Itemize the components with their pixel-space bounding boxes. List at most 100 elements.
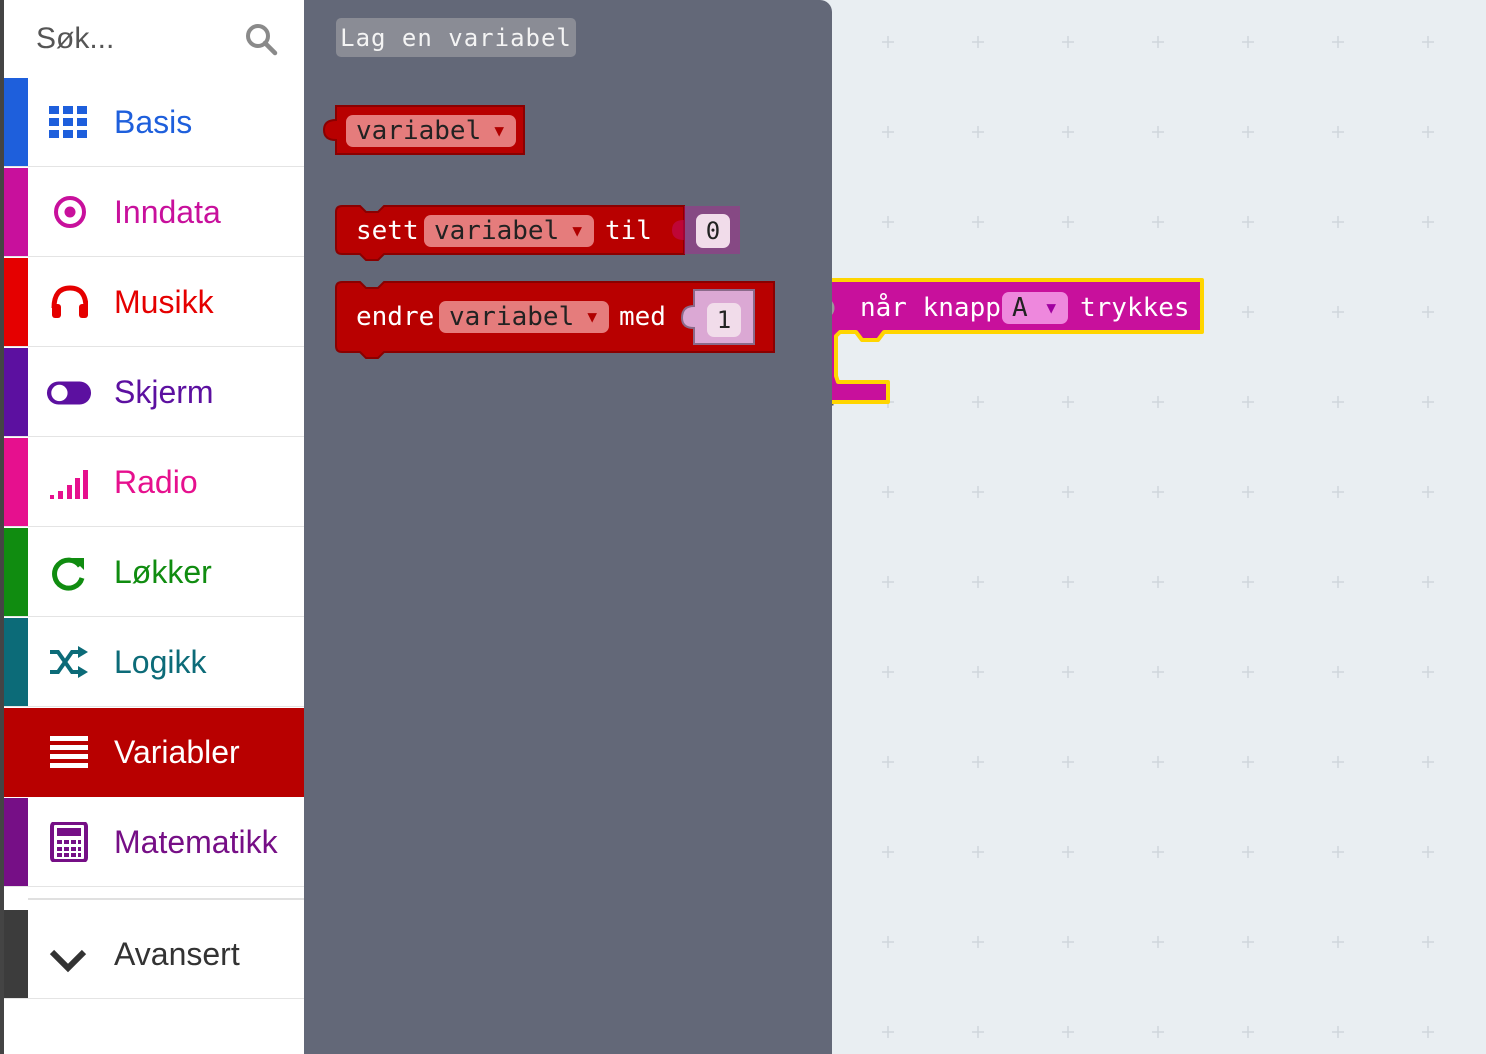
search-box[interactable]: Søk... [4,0,304,78]
category-variabler[interactable]: Variabler [4,708,304,797]
change-variable-dropdown[interactable]: variabel ▼ [439,301,609,333]
grid-cross [972,486,984,498]
search-icon[interactable] [244,22,278,56]
grid-cross [1332,126,1344,138]
grid-cross [1422,936,1434,948]
grid-cross [1062,936,1074,948]
grid-icon [49,106,87,138]
set-variable-dropdown-value: variabel [434,216,560,246]
chevron-down-icon [49,949,87,973]
category-avansert[interactable]: Avansert [4,910,304,999]
grid-cross [1242,666,1254,678]
category-color-bar [4,258,28,346]
grid-cross [1422,486,1434,498]
grid-cross [972,576,984,588]
set-block-middle: til [605,216,652,246]
search-input[interactable]: Søk... [36,22,114,56]
grid-cross [1152,486,1164,498]
grid-cross [1062,1026,1074,1038]
grid-cross [1062,126,1074,138]
grid-cross [882,36,894,48]
grid-cross [972,126,984,138]
grid-cross [1332,1026,1344,1038]
category-label: Basis [114,103,193,140]
toggle-icon [46,381,92,405]
category-color-bar [4,528,28,616]
category-color-bar [4,168,28,256]
button-dropdown[interactable]: A ▼ [1002,292,1068,324]
category-logikk[interactable]: Logikk [4,618,304,707]
grid-cross [1152,576,1164,588]
grid-cross [1422,126,1434,138]
grid-cross [1422,756,1434,768]
set-variable-dropdown[interactable]: variabel ▼ [424,215,594,247]
category-label: Løkker [114,553,212,590]
set-value-input[interactable]: 0 [696,214,730,248]
grid-cross [1242,396,1254,408]
grid-cross [1332,36,1344,48]
target-icon [54,196,86,228]
set-block-prefix: sett [356,216,419,246]
grid-cross [1242,756,1254,768]
change-variable-dropdown-value: variabel [449,302,575,332]
grid-cross [1152,126,1164,138]
event-block-prefix: når knapp [860,293,1001,323]
grid-cross [1062,756,1074,768]
category-label: Logikk [114,643,207,680]
blocks-workspace[interactable] [832,0,1486,1054]
category-label: Avansert [114,935,240,972]
grid-cross [1332,666,1344,678]
category-radio[interactable]: Radio [4,438,304,527]
grid-cross [882,576,894,588]
category-lokker[interactable]: Løkker [4,528,304,617]
grid-cross [882,126,894,138]
grid-cross [1332,576,1344,588]
variables-flyout [304,0,832,1054]
grid-cross [1332,486,1344,498]
dropdown-arrow-icon: ▼ [587,307,597,326]
category-label: Matematikk [114,823,278,860]
category-matematikk[interactable]: Matematikk [4,798,304,887]
variable-dropdown-value: variabel [356,116,482,146]
grid-cross [882,486,894,498]
shuffle-icon [50,646,88,678]
grid-cross [882,846,894,858]
variable-dropdown[interactable]: variabel ▼ [346,115,516,147]
category-color-bar [4,438,28,526]
grid-cross [1152,1026,1164,1038]
calculator-icon [50,822,88,862]
toolbox-separator [28,898,304,900]
event-block-suffix: trykkes [1080,293,1190,323]
grid-cross [882,1026,894,1038]
grid-cross [882,666,894,678]
grid-cross [1422,306,1434,318]
grid-cross [1332,756,1344,768]
category-inndata[interactable]: Inndata [4,168,304,257]
category-skjerm[interactable]: Skjerm [4,348,304,437]
make-variable-button[interactable]: Lag en variabel [336,18,576,57]
dropdown-arrow-icon: ▼ [1046,298,1056,317]
grid-cross [1242,576,1254,588]
grid-cross [1242,846,1254,858]
grid-cross [1152,936,1164,948]
grid-cross [1422,846,1434,858]
grid-cross [1152,216,1164,228]
grid-cross [1422,216,1434,228]
category-color-bar [4,708,28,797]
grid-cross [1332,936,1344,948]
category-musikk[interactable]: Musikk [4,258,304,347]
lines-icon [50,736,88,768]
grid-cross [1062,846,1074,858]
grid-cross [1152,36,1164,48]
category-color-bar [4,618,28,706]
grid-cross [1242,126,1254,138]
category-basis[interactable]: Basis [4,78,304,167]
grid-cross [1242,1026,1254,1038]
grid-cross [1062,216,1074,228]
grid-cross [972,1026,984,1038]
change-value-input[interactable]: 1 [707,303,741,337]
category-color-bar [4,910,28,998]
category-label: Radio [114,463,198,500]
grid-cross [1332,216,1344,228]
grid-cross [1422,396,1434,408]
